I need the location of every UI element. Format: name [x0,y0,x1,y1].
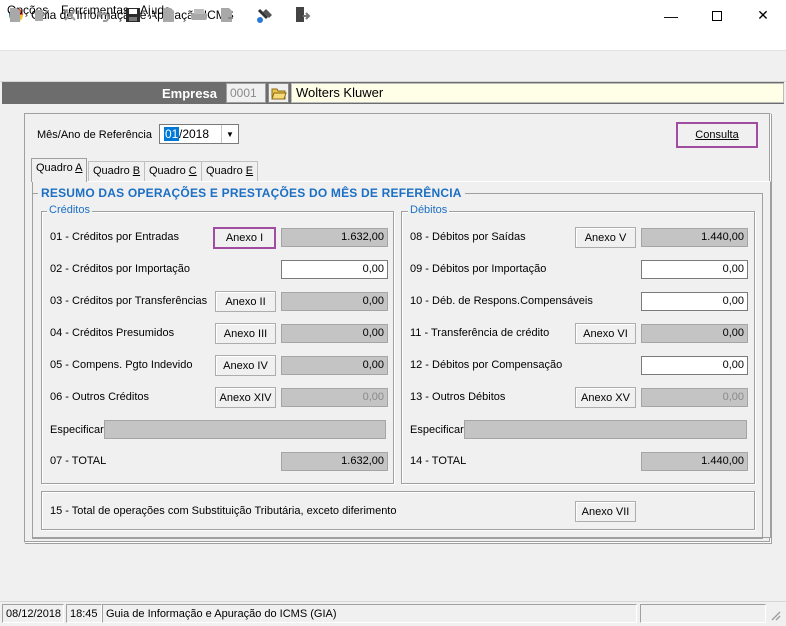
creditos-especificar-field[interactable] [104,420,386,439]
creditos-total-label: 07 - TOTAL [50,455,107,467]
export-icon[interactable] [218,6,236,24]
tab-quadro-e[interactable]: Quadro E [201,161,259,181]
debito-label-10: 10 - Déb. de Respons.Compensáveis [410,295,593,307]
edit-icon[interactable] [32,6,50,24]
creditos-group [41,211,394,484]
maximize-icon [712,10,722,21]
tab-quadro-c[interactable]: Quadro C [144,161,202,181]
credito-label-01: 01 - Créditos por Entradas [50,231,180,243]
status-extra [640,604,766,623]
empresa-name-field[interactable]: Wolters Kluwer [291,83,784,103]
anexo-ii-button[interactable]: Anexo II [215,291,276,312]
minimize-button[interactable]: — [648,0,694,31]
delete-icon[interactable] [61,6,79,24]
credito-value-03: 0,00 [281,292,388,311]
debitos-total-value: 1.440,00 [641,452,748,471]
debito-value-09-input[interactable]: 0,00 [641,260,748,279]
empresa-label: Empresa [162,86,217,101]
anexo-v-button[interactable]: Anexo V [575,227,636,248]
menu-bar [0,31,786,51]
debito-value-12-input[interactable]: 0,00 [641,356,748,375]
tab-quadro-b[interactable]: Quadro B [88,161,146,181]
status-date: 08/12/2018 [2,604,64,623]
creditos-especificar-label: Especificar [50,424,104,436]
open-folder-icon [270,88,287,100]
exit-icon[interactable] [293,6,311,24]
anexo-iii-button[interactable]: Anexo III [215,323,276,344]
creditos-total-value: 1.632,00 [281,452,388,471]
credito-value-02-input[interactable]: 0,00 [281,260,388,279]
status-message: Guia de Informação e Apuração do ICMS (G… [102,604,637,623]
toolbar [0,52,786,82]
credito-value-04: 0,00 [281,324,388,343]
print-preview-icon[interactable] [160,6,178,24]
chevron-down-icon[interactable]: ▼ [221,125,238,143]
close-button[interactable]: ✕ [740,0,786,31]
credito-label-04: 04 - Créditos Presumidos [50,327,175,339]
resize-grip-icon[interactable] [768,608,782,622]
credito-value-05: 0,00 [281,356,388,375]
close-icon: ✕ [757,7,769,23]
status-time: 18:45 [66,604,102,623]
toolbar-separator [247,5,248,25]
anexo-xiv-button[interactable]: Anexo XIV [215,387,276,408]
minimize-icon: — [664,7,678,24]
credito-label-02: 02 - Créditos por Importação [50,263,191,275]
toolbar-separator [151,5,152,25]
credito-label-06: 06 - Outros Créditos [50,391,150,403]
credito-label-05: 05 - Compens. Pgto Indevido [50,359,193,371]
debito-value-10-input[interactable]: 0,00 [641,292,748,311]
anexo-vi-button[interactable]: Anexo VI [575,323,636,344]
credito-label-03: 03 - Créditos por Transferências [50,295,208,307]
creditos-title: Créditos [47,204,92,216]
consulta-button[interactable]: Consulta [676,122,758,148]
anexo-xv-button[interactable]: Anexo XV [575,387,636,408]
tab-quadro-a[interactable]: Quadro A [31,158,88,182]
debitos-total-label: 14 - TOTAL [410,455,467,467]
open-folder-button[interactable] [268,83,289,103]
debito-label-08: 08 - Débitos por Saídas [410,231,526,243]
tools-icon[interactable] [256,6,274,24]
new-doc-icon[interactable] [6,6,24,24]
save-icon[interactable] [124,6,142,24]
toolbar-separator [87,5,88,25]
debito-value-11: 0,00 [641,324,748,343]
ref-month-select[interactable]: 01 /2018 ▼ [159,124,239,144]
credito-value-06: 0,00 [281,388,388,407]
debitos-title: Débitos [408,204,450,216]
anexo-i-button[interactable]: Anexo I [213,227,276,249]
credito-value-01: 1.632,00 [281,228,388,247]
ref-label: Mês/Ano de Referência [37,129,152,141]
print-icon[interactable] [190,6,208,24]
maximize-button[interactable] [694,0,740,31]
debito-label-13: 13 - Outros Débitos [410,391,506,403]
ref-year: /2018 [179,127,210,141]
debitos-group [401,211,755,484]
toolbar-separator [285,5,286,25]
debitos-especificar-label: Especificar [410,424,464,436]
debitos-especificar-field[interactable] [464,420,747,439]
debito-label-11: 11 - Transferência de crédito [410,327,550,339]
undo-icon[interactable] [96,6,114,24]
anexo-iv-button[interactable]: Anexo IV [215,355,276,376]
debito-value-08: 1.440,00 [641,228,748,247]
resumo-title: RESUMO DAS OPERAÇÕES E PRESTAÇÕES DO MÊS… [38,186,465,200]
anexo-vii-button[interactable]: Anexo VII [575,501,636,522]
empresa-code-field[interactable]: 0001 [226,83,266,103]
st-label: 15 - Total de operações com Substituição… [50,505,397,517]
ref-month-selected: 01 [164,127,180,141]
debito-value-13: 0,00 [641,388,748,407]
debito-label-12: 12 - Débitos por Compensação [410,359,563,371]
debito-label-09: 09 - Débitos por Importação [410,263,547,275]
